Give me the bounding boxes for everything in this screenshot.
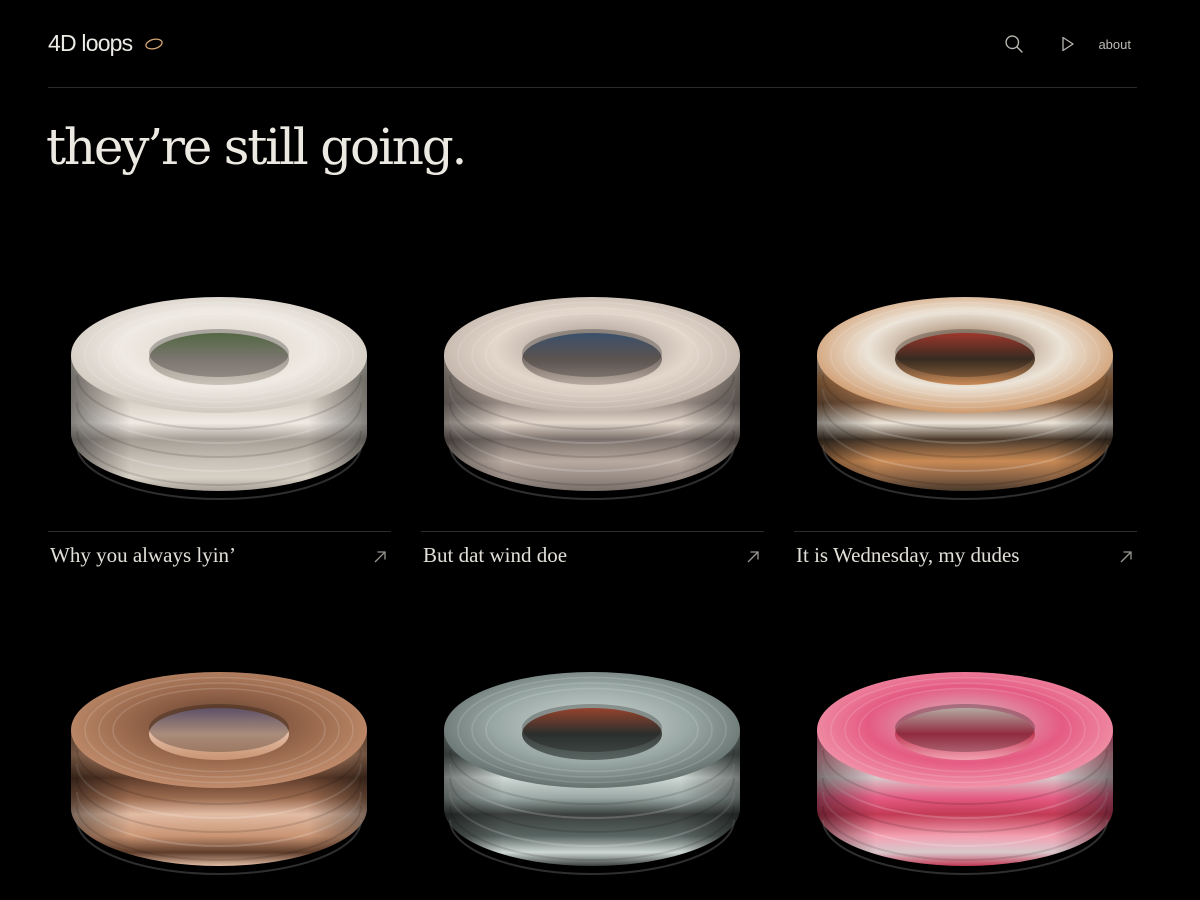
page-title: they’re still going.	[46, 118, 467, 176]
play-button[interactable]	[1054, 30, 1082, 58]
site-header: 4D loops about	[48, 0, 1137, 88]
ring-icon	[145, 37, 164, 50]
loop-torus-thumbnail	[817, 672, 1113, 889]
loop-torus-thumbnail	[444, 672, 740, 889]
logo-text: 4D loops	[48, 30, 133, 56]
loop-caption: But dat wind doe	[421, 531, 764, 572]
loop-card[interactable]	[48, 636, 391, 896]
loop-card[interactable]: But dat wind doe	[421, 261, 764, 567]
arrow-up-right-icon[interactable]	[746, 550, 760, 564]
loop-torus-thumbnail	[71, 672, 367, 889]
loop-torus-thumbnail	[444, 297, 740, 514]
loop-card[interactable]: It is Wednesday, my dudes	[794, 261, 1137, 567]
loop-torus-thumbnail	[817, 297, 1113, 514]
loop-caption: Why you always lyin’	[48, 531, 391, 572]
loop-card[interactable]	[421, 636, 764, 896]
arrow-up-right-icon[interactable]	[373, 550, 387, 564]
play-icon	[1062, 36, 1075, 52]
loop-card[interactable]: Why you always lyin’	[48, 261, 391, 567]
loop-torus-thumbnail	[71, 297, 367, 514]
about-link[interactable]: about	[1098, 37, 1131, 52]
loop-title: Why you always lyin’	[50, 543, 237, 567]
search-button[interactable]	[1000, 30, 1028, 58]
logo-link[interactable]: 4D loops	[48, 30, 164, 57]
search-icon	[1005, 35, 1024, 53]
loop-caption: It is Wednesday, my dudes	[794, 531, 1137, 572]
arrow-up-right-icon[interactable]	[1119, 550, 1133, 564]
loop-title: It is Wednesday, my dudes	[796, 543, 1020, 567]
loop-card[interactable]	[794, 636, 1137, 896]
top-nav: about	[1000, 30, 1131, 58]
loop-title: But dat wind doe	[423, 543, 568, 567]
